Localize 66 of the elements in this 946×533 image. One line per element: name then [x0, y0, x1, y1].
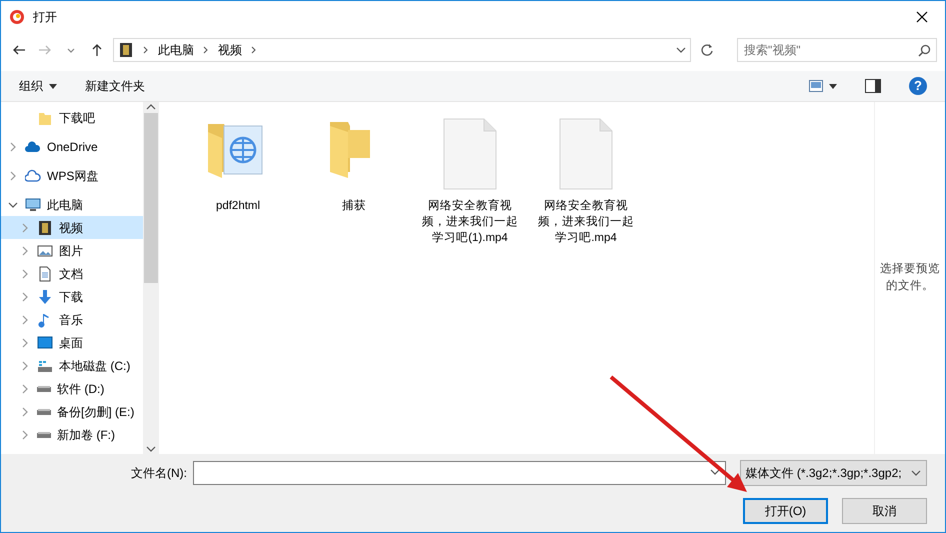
- sidebar-item[interactable]: 此电脑: [1, 193, 143, 216]
- new-folder-button[interactable]: 新建文件夹: [85, 77, 145, 95]
- film-icon: [118, 42, 134, 58]
- sidebar-item[interactable]: 下载吧: [1, 106, 143, 129]
- picture-icon: [37, 242, 53, 258]
- film-icon: [37, 220, 53, 236]
- chevron-right-icon: [202, 45, 210, 55]
- preview-pane-button[interactable]: [865, 79, 881, 93]
- caret-icon: [829, 84, 837, 88]
- search-icon: [918, 44, 931, 57]
- file-item[interactable]: 网络安全教育视频，进来我们一起学习吧.mp4: [537, 114, 635, 246]
- filename-label: 文件名(N):: [131, 465, 187, 482]
- up-arrow-icon: [90, 43, 104, 57]
- document-icon: [37, 266, 53, 282]
- back-arrow-icon: [12, 43, 26, 57]
- preview-message: 选择要预览的文件。: [879, 262, 941, 294]
- chevron-down-icon: [676, 45, 686, 55]
- sidebar-item[interactable]: 桌面: [1, 331, 143, 354]
- monitor-icon: [37, 334, 53, 350]
- help-button[interactable]: ?: [909, 77, 927, 95]
- view-icon: [809, 80, 823, 92]
- cancel-button[interactable]: 取消: [842, 498, 927, 524]
- open-button[interactable]: 打开(O): [743, 498, 828, 524]
- cloud-icon: [25, 138, 41, 154]
- forward-arrow-icon: [38, 43, 52, 57]
- window-title: 打开: [33, 9, 57, 26]
- file-item[interactable]: 捕获: [305, 114, 403, 214]
- chevron-right-icon: [250, 45, 258, 55]
- chevron-down-icon: [710, 467, 720, 477]
- preview-pane-icon: [865, 79, 881, 93]
- sidebar-item[interactable]: 新加卷 (F:): [1, 423, 143, 446]
- close-icon: [916, 11, 928, 23]
- breadcrumb-item[interactable]: 此电脑: [158, 41, 194, 59]
- filename-field[interactable]: [193, 461, 726, 485]
- caret-icon: [49, 84, 57, 88]
- chevron-right-icon: [142, 45, 150, 55]
- address-bar[interactable]: 此电脑 视频: [113, 38, 691, 62]
- drive-icon: [37, 408, 51, 414]
- refresh-icon: [700, 43, 714, 57]
- computer-icon: [25, 196, 41, 212]
- scrollbar[interactable]: [143, 102, 159, 454]
- sidebar-item[interactable]: OneDrive: [1, 135, 143, 158]
- sidebar-item[interactable]: 文档: [1, 262, 143, 285]
- drive-icon: [37, 432, 51, 438]
- sidebar-item[interactable]: 图片: [1, 239, 143, 262]
- chevron-down-icon: [911, 468, 921, 478]
- sidebar-item[interactable]: 音乐: [1, 308, 143, 331]
- file-item[interactable]: pdf2html: [189, 114, 287, 214]
- sidebar-item[interactable]: 下载: [1, 285, 143, 308]
- sidebar-item[interactable]: WPS网盘: [1, 164, 143, 187]
- down-arrow-icon: [37, 288, 53, 304]
- sidebar-item[interactable]: 视频: [1, 216, 143, 239]
- sidebar-item[interactable]: 软件 (D:): [1, 377, 143, 400]
- organize-menu[interactable]: 组织: [19, 77, 57, 95]
- view-menu[interactable]: [809, 80, 837, 92]
- cloud-icon: [25, 168, 41, 184]
- app-logo-icon: [9, 9, 25, 25]
- sidebar-item[interactable]: 备份[勿删] (E:): [1, 400, 143, 423]
- sidebar-item[interactable]: 本地磁盘 (C:): [1, 354, 143, 377]
- chevron-down-icon: [146, 444, 156, 454]
- breadcrumb-item[interactable]: 视频: [218, 41, 242, 59]
- drive-icon: [37, 386, 51, 392]
- file-type-dropdown[interactable]: 媒体文件 (*.3g2;*.3gp;*.3gp2;: [740, 460, 927, 486]
- search-field[interactable]: 搜索"视频": [737, 38, 937, 62]
- chevron-up-icon: [146, 102, 156, 112]
- file-item[interactable]: 网络安全教育视频，进来我们一起学习吧(1).mp4: [421, 114, 519, 246]
